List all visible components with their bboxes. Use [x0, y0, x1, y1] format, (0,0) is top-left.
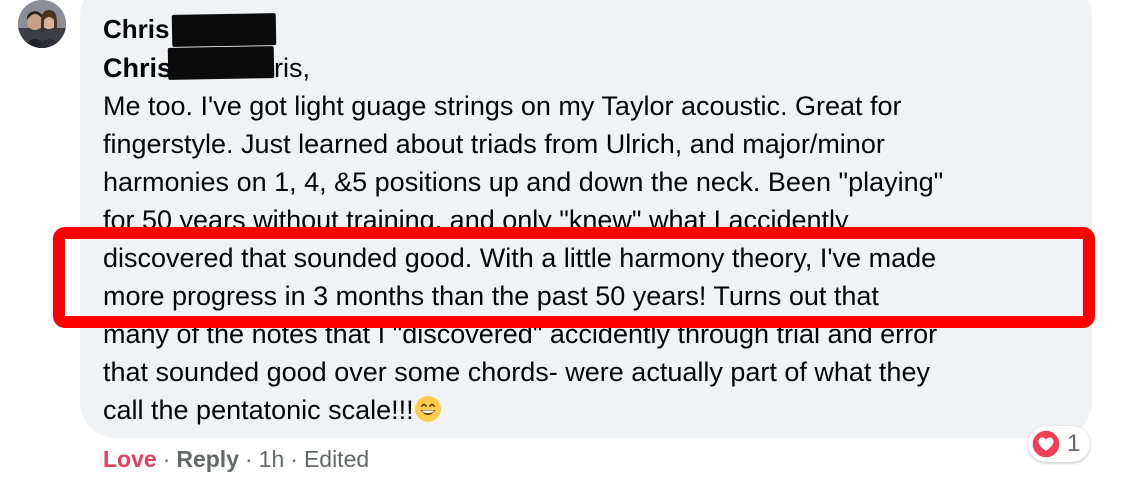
reaction-count: 1	[1067, 430, 1081, 457]
comment-line: fingerstyle. Just learned about triads f…	[103, 129, 885, 159]
reaction-summary[interactable]: 1	[1028, 426, 1090, 462]
love-reaction-button[interactable]: Love	[103, 446, 157, 472]
highlight-box	[53, 227, 1095, 328]
grinning-emoji-icon	[414, 396, 441, 422]
separator-dot: ·	[162, 446, 171, 472]
reply-button[interactable]: Reply	[176, 446, 239, 472]
comment-line: harmonies on 1, 4, &5 positions up and d…	[103, 167, 944, 197]
redaction-mark	[171, 13, 277, 47]
comment-thread: Chris W Chris B Hi Chris, Me too. I've g…	[0, 0, 1128, 482]
separator-dot: ·	[290, 446, 298, 472]
separator-dot: ·	[245, 446, 253, 472]
profile-photo-icon	[18, 0, 66, 48]
timestamp[interactable]: 1h	[259, 446, 285, 472]
comment-line: call the pentatonic scale!!!	[103, 395, 414, 425]
comment-actions: Love · Reply · 1h · Edited	[103, 446, 369, 473]
avatar[interactable]	[18, 0, 66, 48]
love-heart-icon	[1031, 429, 1061, 459]
comment-last-line: call the pentatonic scale!!!	[103, 391, 1078, 429]
redaction-mark	[167, 46, 275, 80]
comment-line: that sounded good over some chords- were…	[103, 357, 930, 387]
edited-label[interactable]: Edited	[304, 446, 369, 472]
comment-line: Me too. I've got light guage strings on …	[103, 91, 902, 121]
